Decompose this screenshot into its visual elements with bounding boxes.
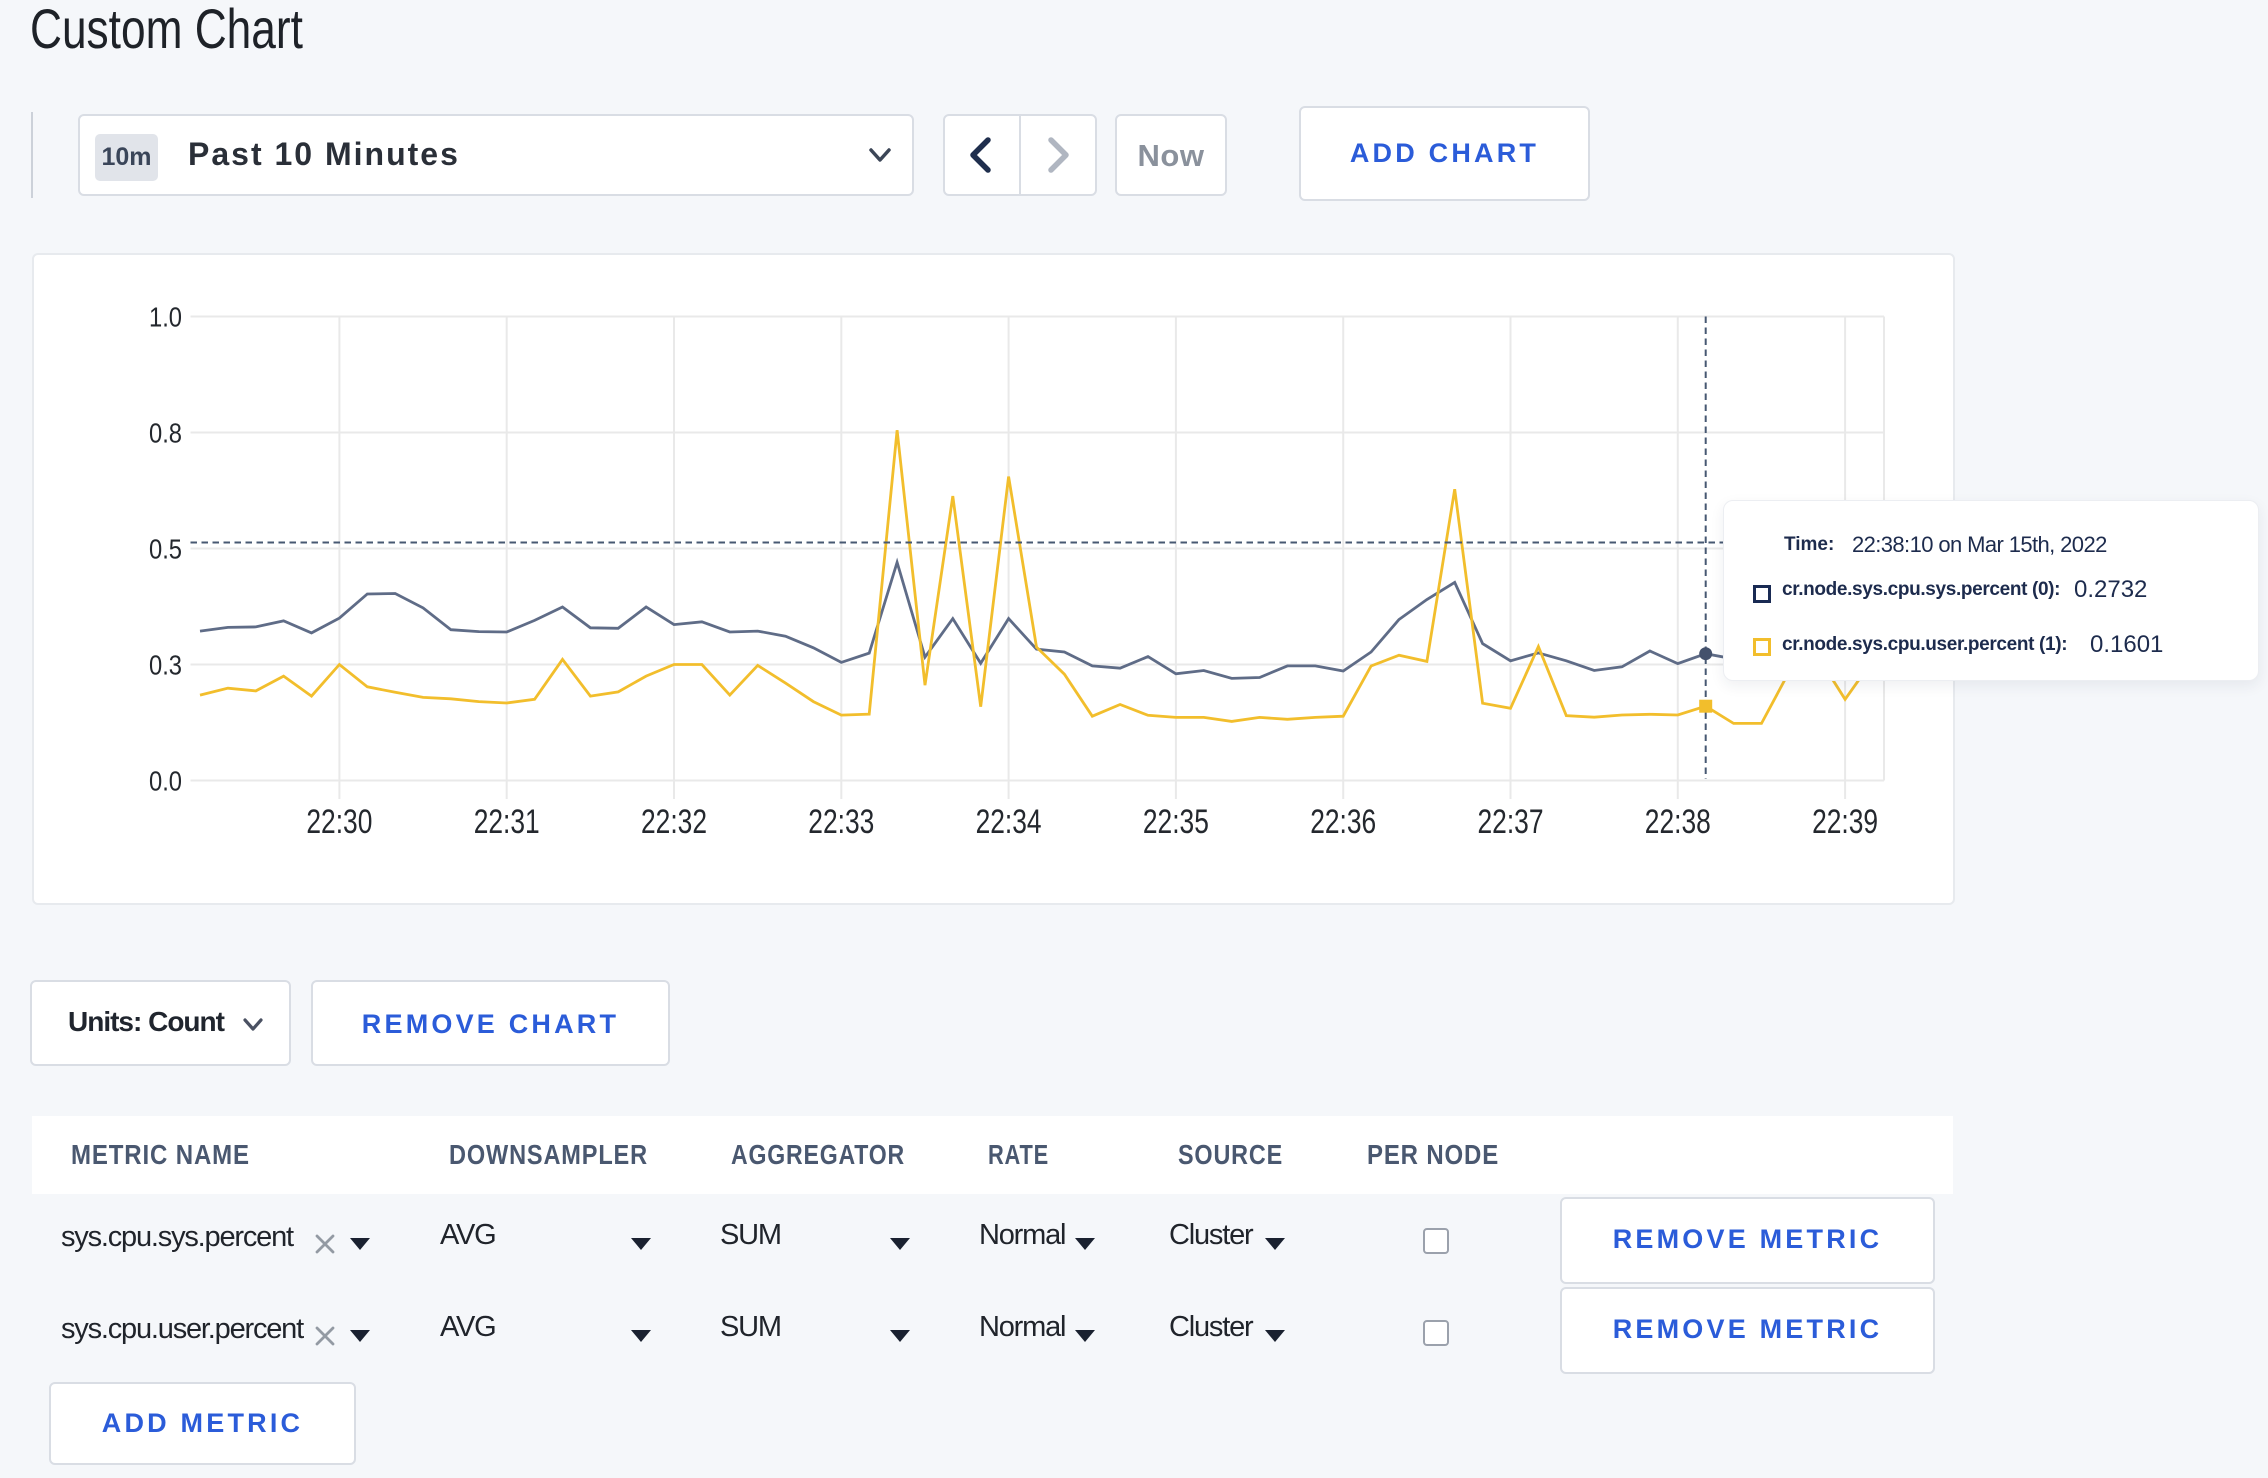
svg-text:22:33: 22:33 bbox=[808, 803, 874, 841]
svg-text:22:34: 22:34 bbox=[976, 803, 1042, 841]
svg-text:22:36: 22:36 bbox=[1310, 803, 1376, 841]
svg-text:0.8: 0.8 bbox=[149, 417, 182, 448]
svg-text:22:38: 22:38 bbox=[1645, 803, 1711, 841]
svg-text:0.5: 0.5 bbox=[149, 533, 182, 564]
svg-text:22:30: 22:30 bbox=[306, 803, 372, 841]
svg-text:0.0: 0.0 bbox=[149, 765, 182, 796]
svg-text:22:39: 22:39 bbox=[1812, 803, 1878, 841]
svg-text:22:35: 22:35 bbox=[1143, 803, 1209, 841]
svg-text:22:31: 22:31 bbox=[474, 803, 540, 841]
svg-text:0.3: 0.3 bbox=[149, 649, 182, 680]
svg-text:22:32: 22:32 bbox=[641, 803, 707, 841]
svg-text:1.0: 1.0 bbox=[149, 301, 182, 332]
svg-text:22:37: 22:37 bbox=[1478, 803, 1544, 841]
